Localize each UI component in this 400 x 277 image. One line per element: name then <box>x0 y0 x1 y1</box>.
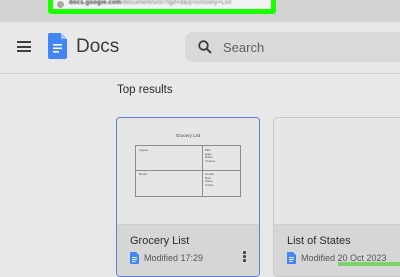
search-input[interactable] <box>223 38 373 56</box>
modified-date: Modified 17:29 <box>144 253 204 263</box>
address-url: docs.google.com/document/u/0/?tgif=d&q=G… <box>69 0 232 6</box>
thumbnail-cell: Cereal Rice Pasta Coffee <box>205 172 214 187</box>
card-footer <box>117 224 259 276</box>
thumbnail-cell: Bread <box>139 172 148 176</box>
docs-file-icon <box>130 252 139 264</box>
docs-file-icon <box>287 252 296 264</box>
main-menu-icon[interactable] <box>17 41 31 52</box>
section-heading: Top results <box>117 84 173 96</box>
search-icon[interactable] <box>198 40 212 54</box>
header-divider <box>0 73 400 74</box>
result-card-list-of-states[interactable]: List of States Modified 20 Oct 2023 <box>273 117 400 277</box>
document-name[interactable]: Grocery List <box>130 235 189 247</box>
document-name[interactable]: List of States <box>287 235 351 247</box>
app-title[interactable]: Docs <box>76 36 119 58</box>
search-bar[interactable] <box>185 32 400 62</box>
docs-logo-icon[interactable] <box>48 33 67 59</box>
more-options-icon[interactable] <box>243 251 247 265</box>
card-footer <box>274 224 400 276</box>
document-thumbnail[interactable] <box>274 118 400 224</box>
thumbnail-cell: Milk Eggs Butter Cheese <box>205 148 216 163</box>
result-card-grocery-list[interactable]: Grocery List Apples Milk Eggs Butter Che… <box>116 117 260 277</box>
thumbnail-cell: Apples <box>139 148 149 152</box>
browser-top-bar: docs.google.com/document/u/0/?tgif=d&q=G… <box>0 0 400 22</box>
site-info-icon[interactable] <box>57 1 64 8</box>
thumbnail-table: Apples Milk Eggs Butter Cheese Bread Cer… <box>135 145 241 197</box>
document-thumbnail[interactable]: Grocery List Apples Milk Eggs Butter Che… <box>117 118 259 224</box>
thumbnail-title: Grocery List <box>175 133 201 138</box>
address-bar[interactable]: docs.google.com/document/u/0/?tgif=d&q=G… <box>48 0 276 14</box>
watermark-strip <box>338 262 400 266</box>
